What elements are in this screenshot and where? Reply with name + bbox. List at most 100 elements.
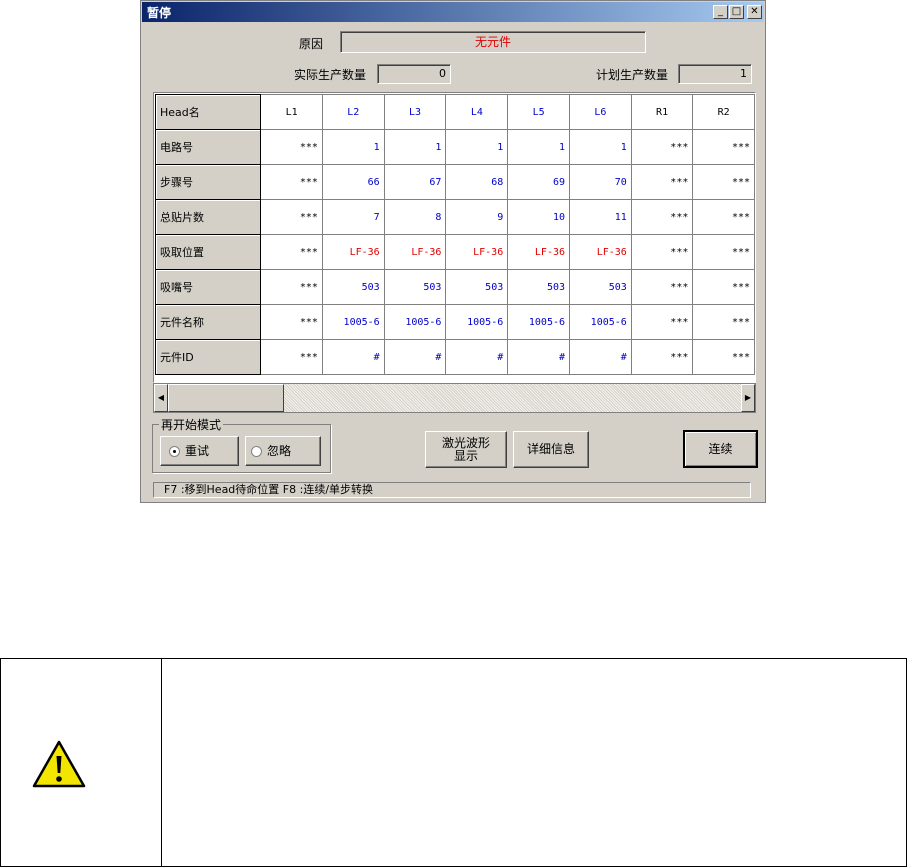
- grid-cell[interactable]: ***: [260, 129, 323, 165]
- column-header-l3[interactable]: L3: [383, 94, 447, 130]
- grid-cell[interactable]: LF-36: [445, 234, 509, 270]
- grid-cell[interactable]: 10: [507, 199, 571, 235]
- row-header: 总贴片数: [154, 199, 262, 235]
- grid-cell[interactable]: #: [507, 339, 571, 375]
- restart-mode-title: 再开始模式: [159, 416, 224, 433]
- grid-cell[interactable]: 1: [383, 129, 447, 165]
- table-row[interactable]: 元件ID *** # # # # # *** ***: [154, 339, 755, 375]
- grid-cell[interactable]: #: [321, 339, 385, 375]
- scroll-right-icon[interactable]: ▶: [741, 384, 755, 412]
- row-header: 步骤号: [154, 164, 262, 200]
- horizontal-scrollbar[interactable]: ◀ ▶: [153, 383, 756, 413]
- table-row[interactable]: 元件名称 *** 1005-6 1005-6 1005-6 1005-6 1005-6 ***…: [154, 304, 755, 340]
- grid-cell[interactable]: LF-36: [507, 234, 571, 270]
- grid-cell[interactable]: LF-36: [321, 234, 385, 270]
- grid-cell[interactable]: LF-36: [569, 234, 632, 270]
- scroll-thumb[interactable]: [168, 384, 284, 412]
- grid-cell[interactable]: 9: [445, 199, 509, 235]
- continuous-button[interactable]: 连续: [683, 430, 758, 468]
- grid-cell[interactable]: #: [383, 339, 447, 375]
- close-button[interactable]: ✕: [747, 5, 762, 19]
- row-header: 元件名称: [154, 304, 262, 340]
- grid-cell[interactable]: 70: [569, 164, 632, 200]
- column-header-l4[interactable]: L4: [445, 94, 509, 130]
- grid-cell[interactable]: ***: [260, 339, 323, 375]
- grid-cell[interactable]: ***: [630, 269, 694, 305]
- grid-cell[interactable]: ***: [260, 269, 323, 305]
- grid-cell[interactable]: ***: [692, 339, 755, 375]
- grid-cell[interactable]: ***: [692, 199, 755, 235]
- grid-cell[interactable]: 503: [383, 269, 447, 305]
- details-button[interactable]: 详细信息: [513, 431, 589, 468]
- row-header: 电路号: [154, 129, 262, 165]
- grid-cell[interactable]: 69: [507, 164, 571, 200]
- grid-cell[interactable]: 1005-6: [383, 304, 447, 340]
- grid-cell[interactable]: ***: [260, 199, 323, 235]
- grid-cell[interactable]: 503: [445, 269, 509, 305]
- laser-waveform-line1: 激光波形: [441, 435, 490, 450]
- grid-cell[interactable]: ***: [692, 129, 755, 165]
- grid-cell[interactable]: 1005-6: [569, 304, 632, 340]
- status-bar: F7 :移到Head待命位置 F8 :连续/单步转换: [153, 482, 751, 498]
- grid-cell[interactable]: ***: [260, 304, 323, 340]
- scroll-left-icon[interactable]: ◀: [154, 384, 168, 412]
- reason-field: 无元件: [340, 31, 646, 53]
- grid-cell[interactable]: 1: [321, 129, 385, 165]
- grid-cell[interactable]: ***: [692, 269, 755, 305]
- grid-cell[interactable]: 7: [321, 199, 385, 235]
- column-header-l2[interactable]: L2: [321, 94, 385, 130]
- grid-cell[interactable]: 503: [321, 269, 385, 305]
- column-header-r2[interactable]: R2: [692, 94, 755, 130]
- table-row[interactable]: 电路号 *** 1 1 1 1 1 *** ***: [154, 129, 755, 165]
- grid-cell[interactable]: 503: [569, 269, 632, 305]
- grid-cell[interactable]: 1: [445, 129, 509, 165]
- row-header: 元件ID: [154, 339, 262, 375]
- grid-cell[interactable]: #: [445, 339, 509, 375]
- table-row[interactable]: 总贴片数 *** 7 8 9 10 11 *** ***: [154, 199, 755, 235]
- restart-mode-group: 再开始模式 重试 忽略: [152, 416, 331, 473]
- grid-cell[interactable]: ***: [630, 129, 694, 165]
- details-label: 详细信息: [526, 442, 575, 456]
- caution-divider: [161, 659, 162, 866]
- grid-cell[interactable]: ***: [692, 304, 755, 340]
- grid-cell[interactable]: 1005-6: [445, 304, 509, 340]
- grid-cell[interactable]: 503: [507, 269, 571, 305]
- grid-cell[interactable]: 66: [321, 164, 385, 200]
- maximize-button[interactable]: □: [729, 5, 744, 19]
- table-row[interactable]: 吸取位置 *** LF-36 LF-36 LF-36 LF-36 LF-36 *** ***: [154, 234, 755, 270]
- grid-cell[interactable]: ***: [630, 339, 694, 375]
- grid-cell[interactable]: ***: [260, 234, 323, 270]
- grid-cell[interactable]: 67: [383, 164, 447, 200]
- grid-cell[interactable]: 11: [569, 199, 632, 235]
- row-header: 吸取位置: [154, 234, 262, 270]
- grid-cell[interactable]: ***: [630, 199, 694, 235]
- grid-cell[interactable]: 1005-6: [321, 304, 385, 340]
- title-bar[interactable]: 暂停 _ □ ✕: [142, 2, 764, 22]
- grid-cell[interactable]: ***: [260, 164, 323, 200]
- grid-cell[interactable]: ***: [692, 234, 755, 270]
- ignore-radio[interactable]: 忽略: [245, 436, 321, 466]
- column-header-l1[interactable]: L1: [260, 94, 323, 130]
- grid-cell[interactable]: 1: [569, 129, 632, 165]
- column-header-l6[interactable]: L6: [569, 94, 632, 130]
- table-row[interactable]: 吸嘴号 *** 503 503 503 503 503 *** ***: [154, 269, 755, 305]
- column-header-r1[interactable]: R1: [630, 94, 694, 130]
- grid-cell[interactable]: ***: [692, 164, 755, 200]
- minimize-button[interactable]: _: [713, 5, 728, 19]
- column-header-l5[interactable]: L5: [507, 94, 571, 130]
- grid-cell[interactable]: ***: [630, 234, 694, 270]
- table-row[interactable]: 步骤号 *** 66 67 68 69 70 *** ***: [154, 164, 755, 200]
- head-info-grid[interactable]: Head名 L1 L2 L3 L4 L5 L6 R1 R2 电路号 *** 1 1 1 1 1 *** *** 步骤…: [153, 92, 756, 383]
- grid-cell[interactable]: 68: [445, 164, 509, 200]
- grid-cell[interactable]: 8: [383, 199, 447, 235]
- retry-radio[interactable]: 重试: [160, 436, 239, 466]
- laser-waveform-button[interactable]: 激光波形 显示: [425, 431, 507, 468]
- planned-count-label: 计划生产数量: [596, 68, 669, 82]
- grid-cell[interactable]: #: [569, 339, 632, 375]
- retry-label: 重试: [185, 443, 210, 458]
- grid-cell[interactable]: 1: [507, 129, 571, 165]
- grid-cell[interactable]: 1005-6: [507, 304, 571, 340]
- grid-cell[interactable]: ***: [630, 304, 694, 340]
- grid-cell[interactable]: ***: [630, 164, 694, 200]
- grid-cell[interactable]: LF-36: [383, 234, 447, 270]
